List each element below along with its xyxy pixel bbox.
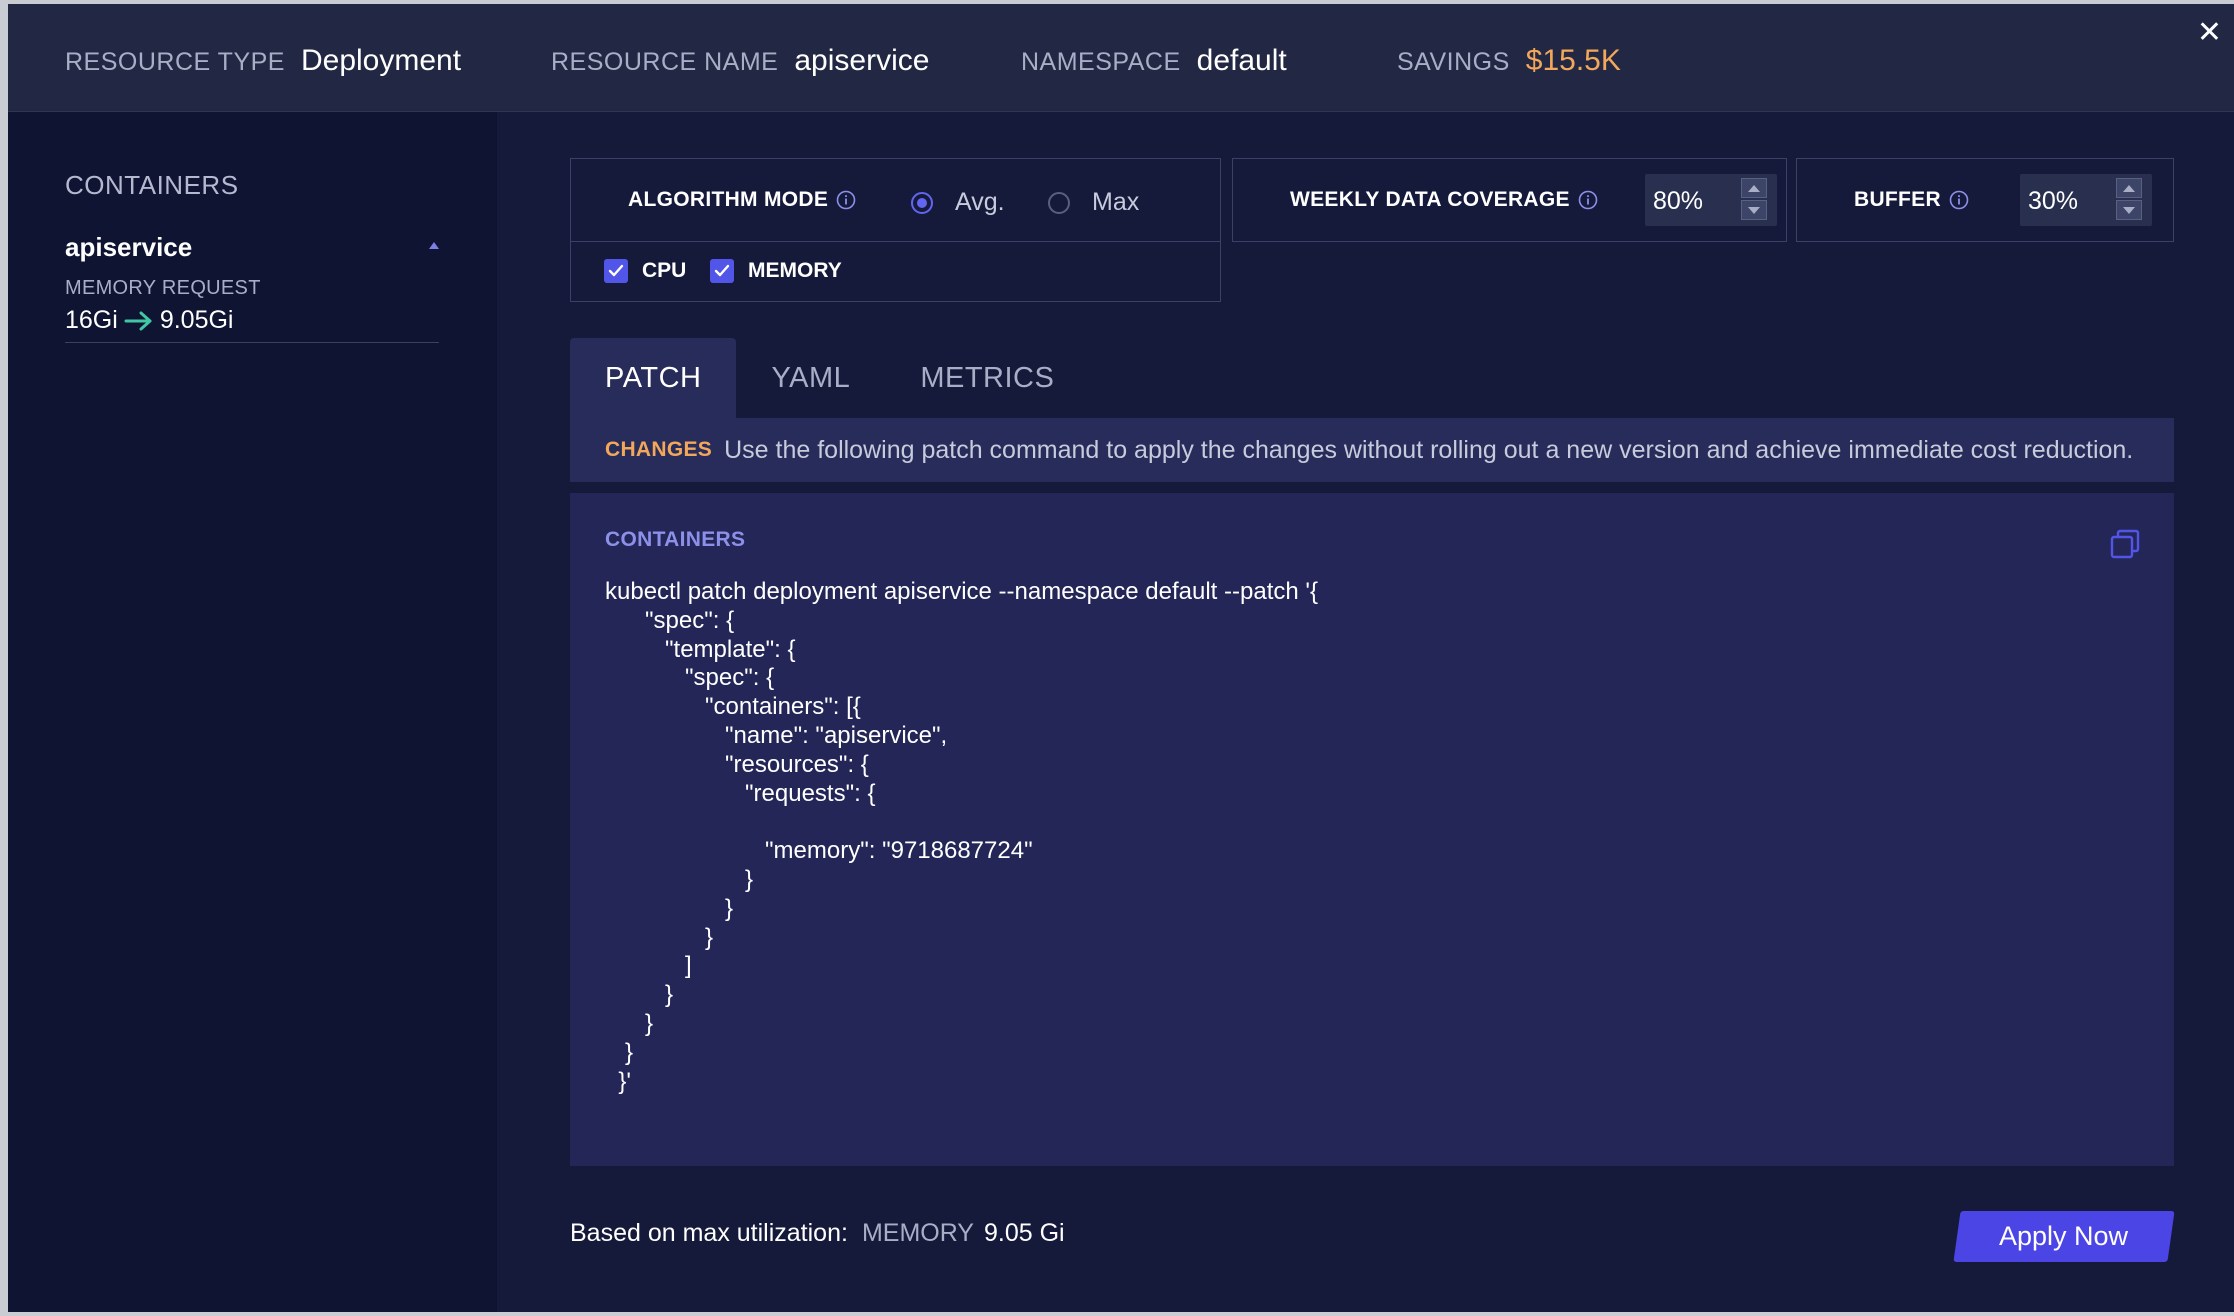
namespace-value: default [1196,44,1287,77]
utilization-summary: Based on max utilization: MEMORY 9.05 Gi [570,1219,1065,1248]
namespace-label: NAMESPACE [1021,48,1181,76]
utilization-label: Based on max utilization: [570,1219,848,1247]
patch-code-panel: CONTAINERS kubectl patch deployment apis… [570,493,2174,1166]
info-icon[interactable] [836,190,856,210]
namespace: NAMESPACE default [1021,44,1287,78]
changes-text: Use the following patch command to apply… [724,435,2134,464]
triangle-down-icon [1748,206,1760,214]
increment-button[interactable] [1741,178,1767,198]
info-icon[interactable] [1949,190,1969,210]
coverage-label: WEEKLY DATA COVERAGE [1290,188,1570,211]
decrement-button[interactable] [1741,200,1767,220]
coverage-heading: WEEKLY DATA COVERAGE [1290,188,1598,212]
memory-request-change: 16Gi 9.05Gi [65,306,439,335]
checkmark-icon[interactable] [710,259,734,283]
triangle-down-icon [2123,206,2135,214]
close-icon[interactable]: ✕ [2197,18,2222,48]
buffer-label: BUFFER [1854,188,1941,211]
memory-request-label: MEMORY REQUEST [65,277,261,299]
changes-label: CHANGES [605,438,713,461]
view-tabs: PATCH YAML METRICS [570,338,1089,418]
resource-type: RESOURCE TYPE Deployment [65,44,461,78]
resource-name-label: RESOURCE NAME [551,48,779,76]
buffer-heading: BUFFER [1854,188,1969,212]
buffer-panel: BUFFER 30% [1796,158,2174,242]
algorithm-mode-label: ALGORITHM MODE [628,188,829,211]
resource-name-value: apiservice [794,44,930,77]
copy-icon[interactable] [2110,529,2140,564]
apply-now-label: Apply Now [1999,1221,2129,1251]
savings-label: SAVINGS [1397,48,1510,76]
checkmark-icon[interactable] [604,259,628,283]
savings: SAVINGS $15.5K [1397,44,1621,78]
algorithm-option-max-label: Max [1092,188,1140,216]
resource-filter-panel: CPU MEMORY [570,241,1221,302]
sidebar-title: CONTAINERS [65,170,239,200]
utilization-value: 9.05 Gi [984,1219,1065,1247]
tab-patch[interactable]: PATCH [570,338,737,418]
tab-metrics[interactable]: METRICS [885,338,1089,418]
buffer-stepper-buttons [2116,178,2142,222]
main-content: ALGORITHM MODE Avg. Max WEEKLY DATA COVE… [497,112,2234,1312]
recommendation-modal: RESOURCE TYPE Deployment RESOURCE NAME a… [8,4,2234,1312]
utilization-resource: MEMORY [861,1219,974,1247]
changes-note: CHANGES Use the following patch command … [570,418,2174,482]
coverage-value[interactable]: 80% [1653,187,1703,216]
code-panel-title: CONTAINERS [605,528,746,551]
triangle-up-icon [2123,184,2135,192]
radio-avg[interactable] [911,191,933,214]
apply-now-button[interactable]: Apply Now [1953,1211,2175,1262]
decrement-button[interactable] [2116,200,2142,220]
container-name: apiservice [65,232,193,262]
caret-up-icon[interactable] [429,242,439,249]
algorithm-option-avg-label: Avg. [955,188,1005,216]
sidebar-item-container[interactable]: apiservice MEMORY REQUEST 16Gi 9.05Gi [65,222,439,343]
increment-button[interactable] [2116,178,2142,198]
algorithm-option-max[interactable]: Max [1048,188,1139,217]
coverage-stepper[interactable]: 80% [1645,174,1777,226]
info-icon[interactable] [1578,190,1598,210]
tab-yaml[interactable]: YAML [736,338,885,418]
buffer-stepper[interactable]: 30% [2020,174,2152,226]
buffer-value[interactable]: 30% [2028,187,2078,216]
resource-type-value: Deployment [300,44,462,77]
memory-checkbox[interactable]: MEMORY [710,259,842,283]
patch-command[interactable]: kubectl patch deployment apiservice --na… [605,578,1318,1096]
coverage-stepper-buttons [1741,178,1767,222]
radio-max[interactable] [1048,191,1070,214]
memory-request-to: 9.05Gi [159,306,234,334]
algorithm-option-avg[interactable]: Avg. [911,188,1005,217]
resource-header: RESOURCE TYPE Deployment RESOURCE NAME a… [8,4,2234,112]
resource-name: RESOURCE NAME apiservice [551,44,929,78]
arrow-right-icon [124,310,154,332]
algorithm-mode-panel: ALGORITHM MODE Avg. Max [570,158,1221,242]
memory-label: MEMORY [748,259,842,282]
algorithm-mode-heading: ALGORITHM MODE [628,188,856,212]
memory-request-from: 16Gi [65,306,118,334]
triangle-up-icon [1748,184,1760,192]
containers-sidebar: CONTAINERS apiservice MEMORY REQUEST 16G… [8,112,496,1312]
savings-value: $15.5K [1525,44,1621,77]
weekly-data-coverage-panel: WEEKLY DATA COVERAGE 80% [1232,158,1787,242]
resource-type-label: RESOURCE TYPE [65,48,285,76]
cpu-label: CPU [642,259,687,282]
cpu-checkbox[interactable]: CPU [604,259,686,283]
